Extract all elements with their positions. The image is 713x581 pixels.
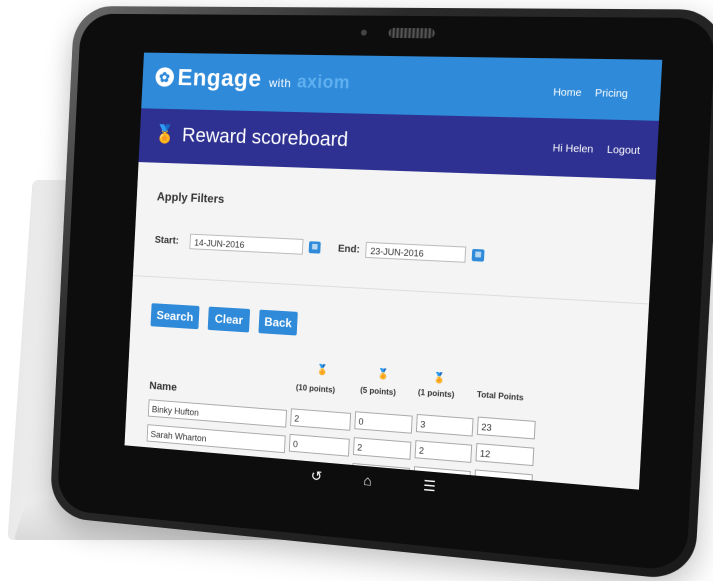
bronze-count-cell[interactable]: 2 <box>414 440 473 463</box>
brand-name: Engage <box>176 64 263 93</box>
silver-points-header: (5 points) <box>359 385 397 398</box>
start-date-input[interactable]: 14-JUN-2016 <box>189 233 304 255</box>
clear-button[interactable]: Clear <box>207 306 251 333</box>
home-icon[interactable]: ⌂ <box>363 472 372 489</box>
bronze-medal-icon: 🏅 <box>432 372 446 385</box>
speaker-grille <box>388 27 435 39</box>
top-nav: Home Pricing <box>542 87 628 100</box>
page-title: Reward scoreboard <box>181 124 349 152</box>
bronze-points-header: (1 points) <box>417 387 455 400</box>
medal-icon: 🏅 <box>154 124 176 144</box>
gold-count-cell[interactable]: 0 <box>288 433 350 457</box>
end-date-input[interactable]: 23-JUN-2016 <box>365 241 467 263</box>
nav-home-link[interactable]: Home <box>553 87 582 99</box>
silver-count-cell[interactable]: 2 <box>352 437 412 460</box>
brand-logo[interactable]: ✿ Engage with axiom <box>155 64 351 95</box>
row-name-cell[interactable]: Binky Hufton <box>147 399 288 428</box>
total-points-cell[interactable]: 23 <box>476 416 536 440</box>
user-menu: Hi Helen Logout <box>542 143 640 157</box>
camera-icon <box>360 29 368 36</box>
logo-icon: ✿ <box>155 67 175 87</box>
filters-heading: Apply Filters <box>156 189 225 206</box>
screen: ✿ Engage with axiom Home Pricing 🏅 Reward s… <box>123 52 663 521</box>
start-label: Start: <box>154 234 180 247</box>
name-column-header: Name <box>149 380 178 394</box>
gold-count-cell[interactable]: 2 <box>290 408 352 431</box>
bronze-count-cell[interactable]: 3 <box>415 413 474 437</box>
total-points-cell[interactable]: 12 <box>475 442 535 467</box>
total-points-header: Total Points <box>476 389 524 403</box>
back-button[interactable]: Back <box>258 309 298 336</box>
gold-points-header: (10 points) <box>295 382 336 395</box>
menu-icon[interactable]: ☰ <box>423 477 437 495</box>
calendar-icon[interactable]: ▦ <box>471 248 485 262</box>
nav-pricing-link[interactable]: Pricing <box>595 88 628 100</box>
silver-count-cell[interactable]: 0 <box>354 411 413 434</box>
gold-medal-icon: 🏅 <box>315 364 329 377</box>
silver-medal-icon: 🏅 <box>376 368 390 381</box>
tablet-device: ✿ Engage with axiom Home Pricing 🏅 Reward s… <box>49 6 713 581</box>
calendar-icon[interactable]: ▦ <box>308 241 321 254</box>
partner-logo: axiom <box>296 71 351 93</box>
search-button[interactable]: Search <box>150 303 200 330</box>
logout-link[interactable]: Logout <box>607 145 641 157</box>
end-label: End: <box>337 243 361 256</box>
brand-with: with <box>268 75 292 91</box>
tablet-bezel: ✿ Engage with axiom Home Pricing 🏅 Reward s… <box>56 13 713 572</box>
greeting-text[interactable]: Hi Helen <box>552 143 593 156</box>
back-icon[interactable]: ↺ <box>310 467 322 485</box>
divider <box>132 275 650 305</box>
